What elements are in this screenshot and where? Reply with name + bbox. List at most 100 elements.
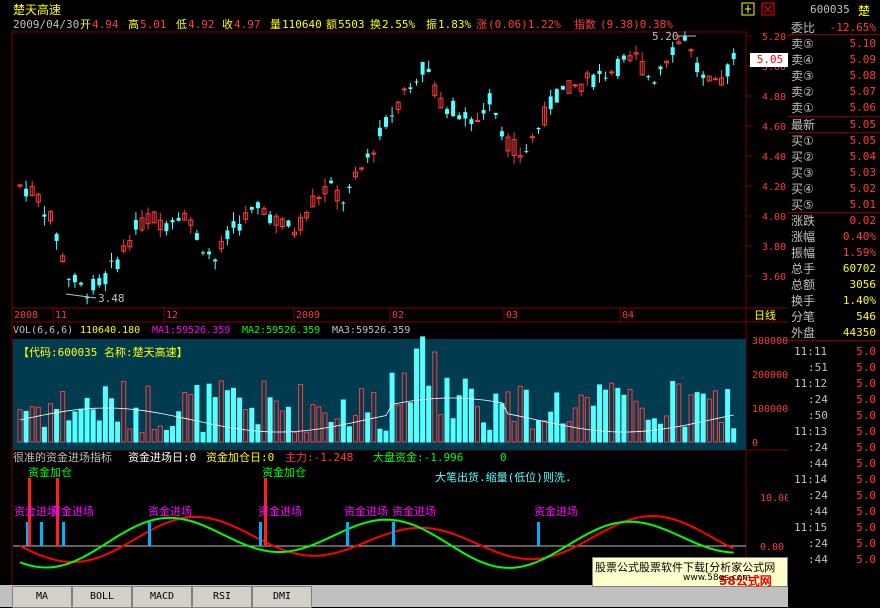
stat-row-value: 546 [856,310,876,323]
price-tick: 4.00 [762,212,786,223]
date-tick: 04 [622,310,634,321]
bid-row-value: 5.04 [849,150,877,163]
date-tick: 2009 [296,310,320,321]
pin-icon[interactable] [741,2,755,16]
tick-time: :24 [808,537,828,550]
entry-bar [62,522,65,546]
volume-bar [487,429,493,443]
stat-row-label: 外盘 [791,326,816,340]
add-label: 资金加仓 [262,465,306,479]
header-low: 4.92 [188,18,215,31]
tab-rsi[interactable]: RSI [192,586,252,608]
quote-panel: 600035 楚委比 -12.65% 卖⑤ 5.10 卖④ 5.09 卖③ 5.08 卖② 5.07… [788,0,880,607]
stat-row: 分笔 546 [788,309,880,325]
quote-code: 600035 [810,3,850,16]
candle-body [329,180,334,184]
tick-time: :24 [808,393,828,406]
tab-ma[interactable]: MA [12,586,72,608]
header-turn: 2.55% [382,18,415,31]
annotation-low-line [65,293,97,299]
candle-body [109,260,114,262]
indicator-tabs: MA BOLL MACD RSI DMI [0,585,788,608]
tick-time: 11:12 [794,377,828,390]
stat-row: 换手 1.40% [788,293,880,309]
volume-bar [554,392,560,443]
stat-row-value: 3056 [849,278,877,291]
ind-t4-suffix: 0 [500,451,507,464]
stat-row-label: 涨跌 [791,214,816,228]
tick-row: 11:13 5.0 [788,424,880,440]
ask-row-value: 5.10 [849,37,877,50]
volume-bar [523,389,529,443]
entry-bar [346,522,349,546]
tick-price: 5.0 [856,425,876,438]
last-row: 最新 5.05 [788,117,880,133]
candle-body [231,221,236,228]
volume-bar [54,408,60,443]
candle-body [451,100,456,117]
volume-bar [255,424,261,443]
candle-body [401,88,407,91]
tab-dmi[interactable]: DMI [252,586,312,608]
close-icon[interactable] [761,2,775,16]
ad-url: www.58gs.com [683,573,752,583]
candle-body [341,202,346,204]
last-row-value: 5.05 [849,118,877,131]
add-label: 资金加仓 [28,465,72,479]
volume-bar [365,412,371,443]
price-axis: 5.205.004.804.604.404.204.003.803.60 [746,32,786,283]
tick-time: :50 [808,409,828,422]
volume-bar [560,423,566,443]
candle-body [572,84,578,87]
volume-bar [426,385,432,443]
chart-canvas[interactable]: 楚天高速 2009/04/30 开 4.94 高 5.01 低 4.92 收 4… [0,0,788,585]
candle-body [712,78,718,81]
candle-body [463,112,468,119]
ad-banner[interactable]: 股票公式股票软件下载[分析家公式网 58公式网 www.58gs.com [592,557,788,588]
tick-row: 11:15 5.0 [788,520,880,536]
entry-label: 资金进场 [344,504,388,518]
tick-time: :44 [808,553,828,566]
vol-info: 【代码:600035 名称:楚天高速】 [18,345,188,359]
candle-body [646,76,651,78]
tab-macd[interactable]: MACD [132,586,192,608]
bid-row: 买④ 5.02 [788,181,880,197]
candle-body [560,85,565,90]
price-tick: 4.40 [762,152,786,163]
candle-body [371,152,377,155]
ohlc-header: 2009/04/30 开 4.94 高 5.01 低 4.92 收 4.97 量… [13,17,673,31]
stat-row-label: 涨幅 [791,230,816,244]
candle-body [701,74,706,78]
candle-body [408,87,413,89]
annotation-low: 3.48 [98,292,125,305]
bid-row-label: 买① [791,134,814,148]
volume-bar [90,409,96,443]
volume-bar [444,377,450,443]
volume-bar [206,383,212,443]
current-price-tag: 5.05 [750,53,790,67]
tick-row: :44 5.0 [788,504,880,520]
volume-bar [499,403,505,443]
date-tick: 03 [506,310,518,321]
tick-price: 5.0 [856,553,876,566]
vol-ma2: MA2:59526.359 [242,325,320,336]
volume-bar [285,406,291,443]
stat-row-value: 1.40% [842,294,876,307]
candle-body [207,251,212,255]
tab-boll[interactable]: BOLL [72,586,132,608]
candle-body [72,274,77,283]
bid-row-label: 买④ [791,182,814,196]
quote-name: 楚 [858,4,871,18]
quote-separator [788,340,880,341]
bid-row-label: 买⑤ [791,198,814,212]
bid-row-value: 5.05 [849,134,877,147]
price-tick: 4.20 [762,182,786,193]
tick-price: 5.0 [856,409,876,422]
stat-row-value: 0.02 [849,214,877,227]
volume-bar [731,428,737,443]
ask-row-label: 卖④ [791,53,814,67]
date-tick: 2008 [14,310,38,321]
entry-label: 资金进场 [258,504,302,518]
volume-bar [658,423,663,443]
ind-tick: 10.00 [760,493,788,504]
